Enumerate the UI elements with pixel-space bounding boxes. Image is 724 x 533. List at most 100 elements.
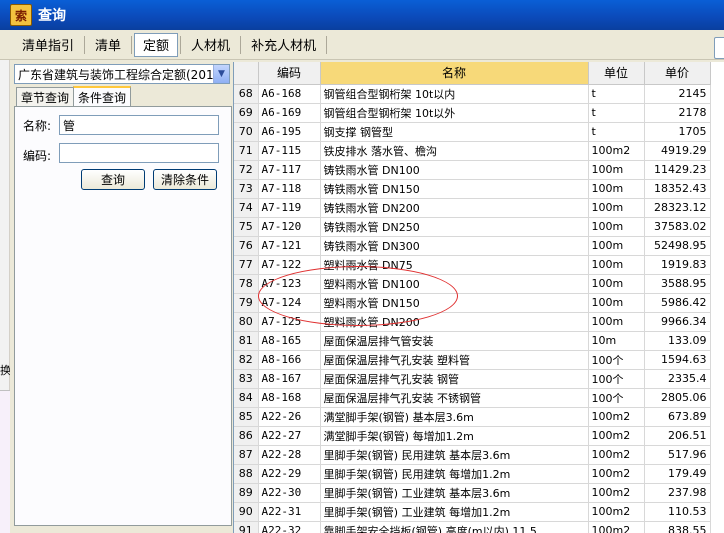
table-row[interactable]: 77 A7-122 塑料雨水管 DN75 100m 1919.83	[234, 255, 711, 275]
table-row[interactable]: 84 A8-168 屋面保温层排气孔安装 不锈钢管 100个 2805.06	[234, 388, 711, 408]
tab-supplement-labor-material-machine[interactable]: 补充人材机	[243, 33, 324, 57]
code-cell: A6-195	[258, 122, 321, 142]
table-row[interactable]: 74 A7-119 铸铁雨水管 DN200 100m 28323.12	[234, 198, 711, 218]
price-cell: 9966.34	[644, 312, 711, 332]
price-cell: 3588.95	[644, 274, 711, 294]
row-number-cell: 85	[234, 407, 259, 427]
quota-library-select[interactable]: 广东省建筑与装饰工程综合定额(201 ▼	[14, 64, 230, 84]
code-cell: A22-29	[258, 464, 321, 484]
chevron-down-icon[interactable]: ▼	[213, 65, 229, 83]
quota-library-value: 广东省建筑与装饰工程综合定额(201	[18, 67, 213, 82]
code-cell: A7-123	[258, 274, 321, 294]
name-cell: 屋面保温层排气孔安装 钢管	[320, 369, 589, 389]
tab-condition-search[interactable]: 条件查询	[73, 86, 132, 106]
name-cell: 铸铁雨水管 DN250	[320, 217, 589, 237]
unit-cell: 100m	[588, 255, 645, 275]
price-cell: 237.98	[644, 483, 711, 503]
unit-cell: 100m2	[588, 521, 645, 533]
name-cell: 里脚手架(钢管) 民用建筑 基本层3.6m	[320, 445, 589, 465]
row-number-cell: 84	[234, 388, 259, 408]
price-cell: 517.96	[644, 445, 711, 465]
table-row[interactable]: 80 A7-125 塑料雨水管 DN200 100m 9966.34	[234, 312, 711, 332]
price-cell: 179.49	[644, 464, 711, 484]
name-cell: 塑料雨水管 DN75	[320, 255, 589, 275]
unit-cell: 100m	[588, 160, 645, 180]
table-header-row: 编码 名称 单位 单价	[234, 62, 711, 85]
price-cell: 28323.12	[644, 198, 711, 218]
table-row[interactable]: 82 A8-166 屋面保温层排气孔安装 塑料管 100个 1594.63	[234, 350, 711, 370]
price-cell: 1594.63	[644, 350, 711, 370]
name-cell: 靠脚手架安全挡板(钢管) 高度(m以内) 11.5	[320, 521, 589, 533]
name-cell: 铁皮排水 落水管、檐沟	[320, 141, 589, 161]
table-row[interactable]: 73 A7-118 铸铁雨水管 DN150 100m 18352.43	[234, 179, 711, 199]
table-row[interactable]: 76 A7-121 铸铁雨水管 DN300 100m 52498.95	[234, 236, 711, 256]
row-number-cell: 87	[234, 445, 259, 465]
tab-quota[interactable]: 定额	[134, 32, 179, 57]
row-number-cell: 68	[234, 84, 259, 104]
header-code[interactable]: 编码	[258, 62, 321, 85]
code-cell: A7-117	[258, 160, 321, 180]
header-price[interactable]: 单价	[644, 62, 711, 85]
price-cell: 2335.4	[644, 369, 711, 389]
name-cell: 里脚手架(钢管) 工业建筑 基本层3.6m	[320, 483, 589, 503]
clear-conditions-button[interactable]: 清除条件	[153, 169, 217, 190]
price-cell: 2178	[644, 103, 711, 123]
row-number-cell: 77	[234, 255, 259, 275]
price-cell: 37583.02	[644, 217, 711, 237]
tab-chapter-search[interactable]: 章节查询	[16, 87, 75, 106]
query-button[interactable]: 查询	[81, 169, 145, 190]
unit-cell: 100个	[588, 369, 645, 389]
tab-bill-guide[interactable]: 清单指引	[14, 33, 82, 57]
toolbar-edge-control[interactable]	[714, 37, 724, 59]
table-row[interactable]: 69 A6-169 钢管组合型钢桁架 10t以外 t 2178	[234, 103, 711, 123]
name-cell: 里脚手架(钢管) 工业建筑 每增加1.2m	[320, 502, 589, 522]
code-cell: A22-32	[258, 521, 321, 533]
tab-labor-material-machine[interactable]: 人材机	[183, 33, 238, 57]
table-row[interactable]: 83 A8-167 屋面保温层排气孔安装 钢管 100个 2335.4	[234, 369, 711, 389]
header-name[interactable]: 名称	[320, 62, 589, 85]
toolbar-separator	[84, 35, 86, 54]
table-row[interactable]: 91 A22-32 靠脚手架安全挡板(钢管) 高度(m以内) 11.5 100m2 83…	[234, 521, 711, 533]
code-cell: A7-125	[258, 312, 321, 332]
code-cell: A7-119	[258, 198, 321, 218]
code-input[interactable]	[59, 143, 219, 163]
results-table: 编码 名称 单位 单价 68 A6-168 钢管组合型钢桁架 10t以内 t 2145 6…	[234, 62, 711, 533]
table-row[interactable]: 75 A7-120 铸铁雨水管 DN250 100m 37583.02	[234, 217, 711, 237]
unit-cell: 10m	[588, 331, 645, 351]
unit-cell: t	[588, 84, 645, 104]
table-row[interactable]: 88 A22-29 里脚手架(钢管) 民用建筑 每增加1.2m 100m2 179.49	[234, 464, 711, 484]
table-row[interactable]: 79 A7-124 塑料雨水管 DN150 100m 5986.42	[234, 293, 711, 313]
table-row[interactable]: 90 A22-31 里脚手架(钢管) 工业建筑 每增加1.2m 100m2 110.53	[234, 502, 711, 522]
table-row[interactable]: 68 A6-168 钢管组合型钢桁架 10t以内 t 2145	[234, 84, 711, 104]
table-row[interactable]: 87 A22-28 里脚手架(钢管) 民用建筑 基本层3.6m 100m2 517.96	[234, 445, 711, 465]
table-row[interactable]: 78 A7-123 塑料雨水管 DN100 100m 3588.95	[234, 274, 711, 294]
header-unit[interactable]: 单位	[588, 62, 645, 85]
table-row[interactable]: 70 A6-195 钢支撑 钢管型 t 1705	[234, 122, 711, 142]
row-number-cell: 91	[234, 521, 259, 533]
name-input[interactable]: 管	[59, 115, 219, 135]
name-cell: 里脚手架(钢管) 民用建筑 每增加1.2m	[320, 464, 589, 484]
table-row[interactable]: 85 A22-26 满堂脚手架(钢管) 基本层3.6m 100m2 673.89	[234, 407, 711, 427]
price-cell: 206.51	[644, 426, 711, 446]
condition-search-body: 名称: 管 编码: 查询 清除条件	[14, 106, 232, 526]
name-cell: 铸铁雨水管 DN300	[320, 236, 589, 256]
name-cell: 铸铁雨水管 DN150	[320, 179, 589, 199]
unit-cell: 100m	[588, 217, 645, 237]
price-cell: 11429.23	[644, 160, 711, 180]
table-row[interactable]: 71 A7-115 铁皮排水 落水管、檐沟 100m2 4919.29	[234, 141, 711, 161]
name-cell: 满堂脚手架(钢管) 每增加1.2m	[320, 426, 589, 446]
row-number-cell: 73	[234, 179, 259, 199]
row-number-cell: 79	[234, 293, 259, 313]
table-row[interactable]: 81 A8-165 屋面保温层排气管安装 10m 133.09	[234, 331, 711, 351]
table-row[interactable]: 86 A22-27 满堂脚手架(钢管) 每增加1.2m 100m2 206.51	[234, 426, 711, 446]
tab-bill[interactable]: 清单	[87, 33, 129, 57]
price-cell: 52498.95	[644, 236, 711, 256]
row-number-cell: 71	[234, 141, 259, 161]
row-number-cell: 69	[234, 103, 259, 123]
toolbar-separator	[240, 35, 242, 54]
code-cell: A22-26	[258, 407, 321, 427]
table-row[interactable]: 72 A7-117 铸铁雨水管 DN100 100m 11429.23	[234, 160, 711, 180]
table-row[interactable]: 89 A22-30 里脚手架(钢管) 工业建筑 基本层3.6m 100m2 237.98	[234, 483, 711, 503]
row-number-cell: 90	[234, 502, 259, 522]
unit-cell: 100m2	[588, 407, 645, 427]
